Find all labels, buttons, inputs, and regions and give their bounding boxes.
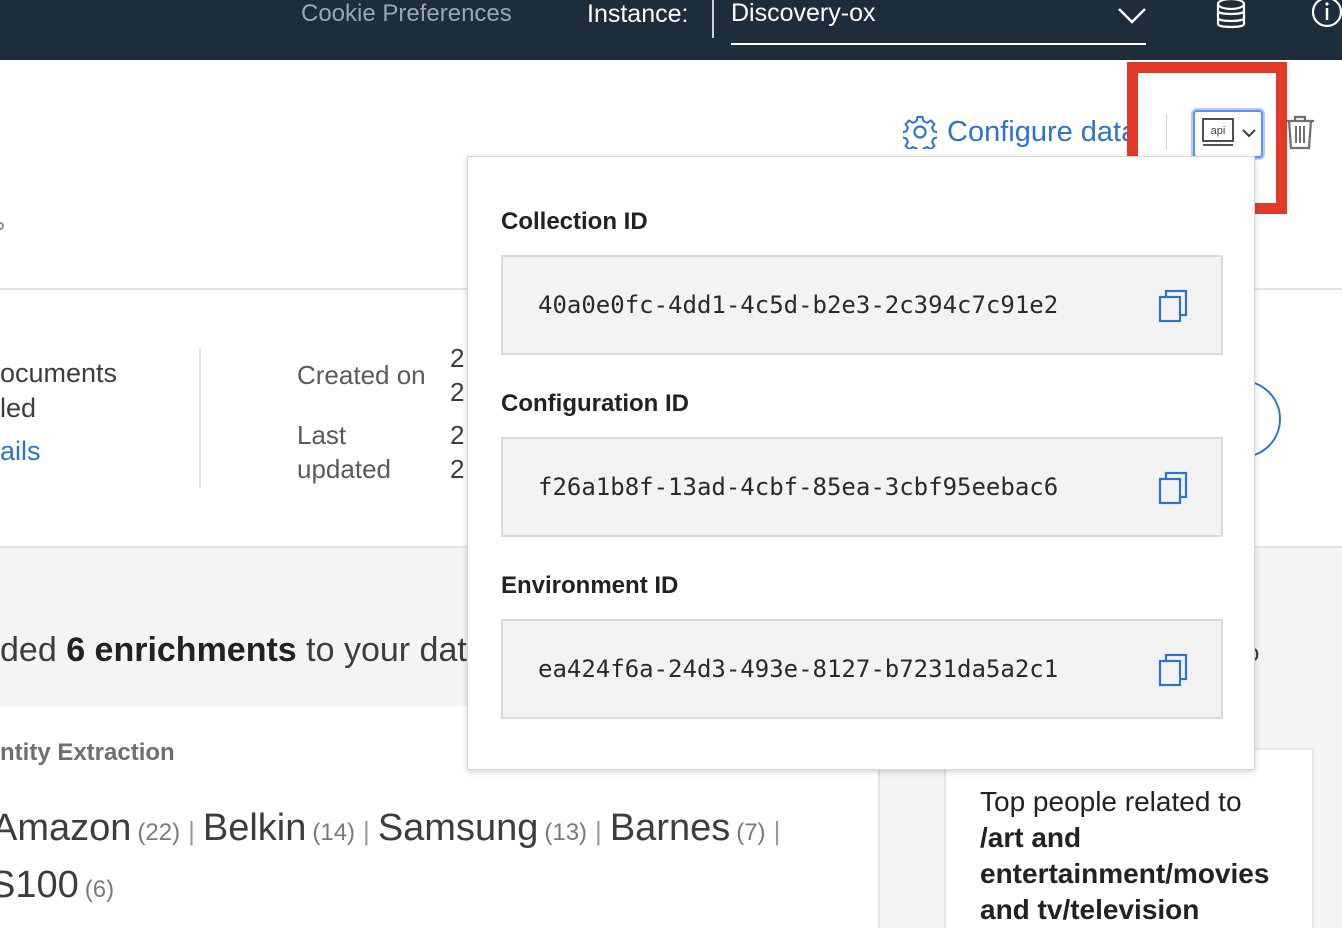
configure-data-button[interactable]: Configure data (903, 114, 1137, 150)
api-icon: api (1202, 118, 1234, 146)
entity-item[interactable]: S100 (6) (0, 864, 114, 906)
entity-list: Amazon (22) | Belkin (14) | Samsung (13) | Barnes… (0, 802, 860, 916)
enrichments-count: 6 enrichments (66, 631, 297, 669)
entity-name: Samsung (377, 807, 539, 849)
entity-item[interactable]: Barnes (7) (610, 807, 766, 849)
configuration-id-label: Configuration ID (501, 390, 689, 417)
copy-icon[interactable] (1158, 471, 1188, 505)
api-info-popover: Collection ID 40a0e0fc-4dd1-4c5d-b2e3-2c… (467, 156, 1255, 770)
enrichments-prefix: ded (0, 631, 67, 669)
info-icon[interactable] (1310, 0, 1342, 30)
collection-id-label: Collection ID (501, 208, 648, 235)
copy-icon[interactable] (1158, 289, 1188, 323)
chevron-down-icon (1242, 129, 1256, 138)
entity-item[interactable]: Belkin (14) (203, 807, 355, 849)
entity-item[interactable]: Amazon (22) (0, 807, 180, 849)
environment-id-field[interactable]: ea424f6a-24d3-493e-8127-b7231da5a2c1 (501, 619, 1223, 719)
trash-icon[interactable] (1283, 114, 1317, 150)
instance-select-value[interactable]: Discovery-ox (731, 0, 875, 26)
entity-count: (14) (312, 819, 356, 846)
last-updated-label: Last (297, 420, 347, 450)
entity-name: Belkin (202, 807, 307, 849)
top-people-card[interactable]: Top people related to /art and entertain… (944, 748, 1314, 928)
entity-name: Barnes (609, 807, 731, 849)
api-info-dropdown-button[interactable]: api (1193, 110, 1263, 158)
collection-id-value: 40a0e0fc-4dd1-4c5d-b2e3-2c394c7c91e2 (538, 291, 1059, 319)
enrichments-summary: ded 6 enrichments to your dat (0, 630, 467, 670)
gear-icon (903, 116, 937, 149)
environment-id-value: ea424f6a-24d3-493e-8127-b7231da5a2c1 (538, 655, 1059, 683)
documents-label: ocuments (0, 358, 118, 388)
chevron-down-icon[interactable] (1116, 4, 1148, 26)
entity-separator: | (188, 816, 195, 846)
documents-sublabel: led (0, 393, 37, 423)
entity-count: (13) (544, 819, 588, 846)
instance-divider (712, 0, 714, 38)
view-details-link[interactable]: ails (0, 434, 41, 468)
instance-label: Instance: (587, 0, 689, 28)
entity-separator: | (595, 816, 602, 846)
stats-divider (199, 348, 201, 488)
created-on-label: Created on (297, 360, 426, 390)
status-dot (0, 222, 4, 230)
last-updated-value-2: 2 (450, 454, 465, 484)
entity-count: (6) (84, 876, 115, 903)
top-navigation-bar: Cookie Preferences Instance: Discovery-o… (0, 0, 1342, 60)
created-on-value-2: 2 (450, 377, 465, 407)
entity-count: (7) (736, 819, 766, 846)
api-icon-text: api (1211, 125, 1226, 137)
entity-count: (22) (137, 819, 181, 846)
entity-extraction-title: ntity Extraction (0, 739, 175, 766)
entity-name: Amazon (0, 807, 132, 849)
entity-separator: | (773, 816, 781, 846)
cookie-preferences-link[interactable]: Cookie Preferences (301, 0, 512, 28)
top-people-category: /art and entertainment/movies and tv/tel… (980, 822, 1270, 925)
last-updated-label-2: updated (297, 454, 391, 484)
configure-data-label: Configure data (947, 115, 1138, 148)
entity-separator: | (363, 816, 370, 846)
instance-select-underline (731, 43, 1146, 45)
created-on-value: 2 (450, 343, 465, 373)
last-updated-value: 2 (450, 420, 465, 450)
entity-item[interactable]: Samsung (13) (378, 807, 587, 849)
configuration-id-value: f26a1b8f-13ad-4cbf-85ea-3cbf95eebac6 (538, 473, 1059, 501)
action-divider (1166, 114, 1167, 150)
enrichments-suffix: to your dat (296, 631, 467, 669)
top-people-heading: Top people related to (980, 786, 1242, 817)
entity-name: S100 (0, 864, 79, 906)
collection-id-field[interactable]: 40a0e0fc-4dd1-4c5d-b2e3-2c394c7c91e2 (501, 255, 1223, 355)
database-icon[interactable] (1214, 0, 1248, 30)
configuration-id-field[interactable]: f26a1b8f-13ad-4cbf-85ea-3cbf95eebac6 (501, 437, 1223, 537)
copy-icon[interactable] (1158, 653, 1188, 687)
environment-id-label: Environment ID (501, 572, 679, 599)
